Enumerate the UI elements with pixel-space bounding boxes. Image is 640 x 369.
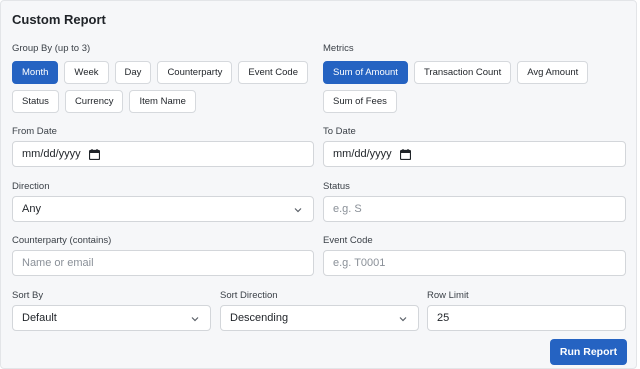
status-placeholder: e.g. S [333,203,362,215]
group-by-label: Group By (up to 3) [12,43,91,54]
counterparty-placeholder: Name or email [22,257,94,269]
metrics-label: Metrics [323,43,354,54]
row-limit-value: 25 [437,312,450,324]
group-by-chip-counterparty[interactable]: Counterparty [157,61,233,84]
from-date-input[interactable]: mm/dd/yyyy [12,141,314,167]
counterparty-label: Counterparty (contains) [12,235,112,246]
event-code-label: Event Code [323,235,373,246]
calendar-icon[interactable] [399,148,411,160]
to-date-placeholder: mm/dd/yyyy [333,148,392,160]
status-input[interactable]: e.g. S [323,196,626,222]
custom-report-panel: Custom Report Group By (up to 3) Month We… [0,0,637,369]
row-limit-label: Row Limit [427,290,469,301]
sort-by-select[interactable]: Default [12,305,211,331]
group-by-chip-day[interactable]: Day [114,61,152,84]
metric-chip-avg-amount[interactable]: Avg Amount [517,61,589,84]
chevron-down-icon [294,208,302,213]
group-by-chip-item-name[interactable]: Item Name [129,90,196,113]
from-date-placeholder: mm/dd/yyyy [22,148,81,160]
group-by-chip-event-code[interactable]: Event Code [238,61,309,84]
sort-direction-select[interactable]: Descending [220,305,419,331]
counterparty-input[interactable]: Name or email [12,250,314,276]
group-by-chip-month[interactable]: Month [12,61,59,84]
metric-chip-sum-of-fees[interactable]: Sum of Fees [323,90,397,113]
group-by-options: Month Week Day Counterparty Event Code Status… [12,61,312,113]
chevron-down-icon [399,317,407,322]
page-title: Custom Report [12,12,106,27]
metrics-options: Sum of Amount Transaction Count Avg Amount… [323,61,623,113]
to-date-label: To Date [323,126,356,137]
to-date-input[interactable]: mm/dd/yyyy [323,141,626,167]
metric-chip-sum-of-amount[interactable]: Sum of Amount [323,61,408,84]
metric-chip-transaction-count[interactable]: Transaction Count [413,61,512,84]
status-label: Status [323,181,350,192]
direction-label: Direction [12,181,50,192]
sort-by-label: Sort By [12,290,44,301]
group-by-chip-week[interactable]: Week [64,61,109,84]
chevron-down-icon [191,317,199,322]
event-code-input[interactable]: e.g. T0001 [323,250,626,276]
sort-direction-label: Sort Direction [220,290,278,301]
direction-value: Any [22,203,41,215]
group-by-chip-currency[interactable]: Currency [64,90,124,113]
event-code-placeholder: e.g. T0001 [333,257,386,269]
sort-direction-value: Descending [230,312,289,324]
sort-by-value: Default [22,312,57,324]
from-date-label: From Date [12,126,57,137]
run-report-button[interactable]: Run Report [550,339,627,365]
row-limit-input[interactable]: 25 [427,305,626,331]
group-by-chip-status[interactable]: Status [12,90,59,113]
direction-select[interactable]: Any [12,196,314,222]
calendar-icon[interactable] [88,148,100,160]
